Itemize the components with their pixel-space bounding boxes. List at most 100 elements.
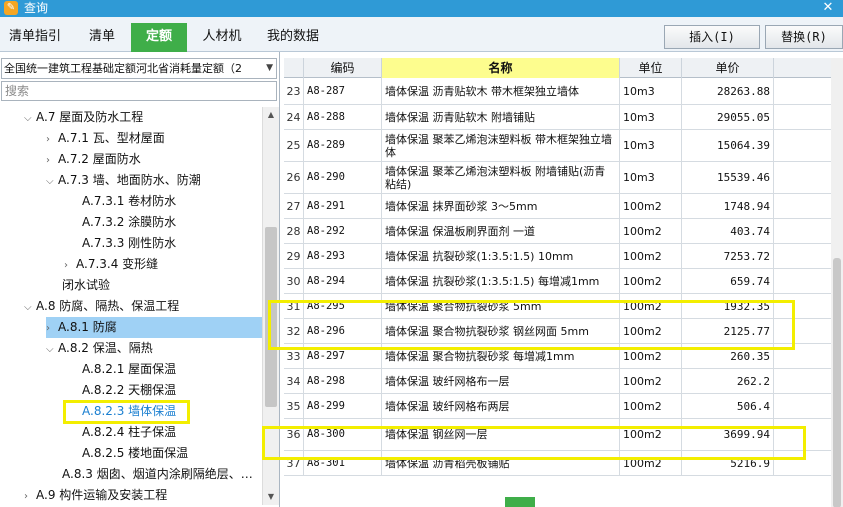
insert-button[interactable]: 插入(I)	[664, 25, 760, 49]
cell-no: 28	[284, 219, 304, 243]
scroll-up-icon[interactable]: ▲	[263, 107, 279, 123]
table-row[interactable]: 33 A8-297 墙体保温 聚合物抗裂砂浆 每增减1mm 100m2 260.35	[284, 344, 831, 369]
col-header-code[interactable]: 编码	[304, 58, 382, 78]
cell-name: 墙体保温 钢丝网一层	[382, 419, 620, 450]
tree-node[interactable]: ⌵ A.8.2 保温、隔热	[46, 338, 153, 359]
cell-code: A8-298	[304, 369, 382, 393]
cell-unit: 100m2	[620, 369, 682, 393]
tree-node[interactable]: A.7.3.3 刚性防水	[70, 233, 176, 254]
tree-node[interactable]: 闭水试验	[50, 275, 110, 296]
tree-node[interactable]: A.8.2.2 天棚保温	[70, 380, 176, 401]
tree-node[interactable]: ⌵ A.7.3 墙、地面防水、防潮	[46, 170, 201, 191]
chevron-down-icon[interactable]: ▼	[266, 59, 273, 78]
tree-node-wall-insulation[interactable]: A.8.2.3 墙体保温	[70, 401, 176, 422]
expand-caret-icon[interactable]: ›	[46, 150, 58, 171]
expand-caret-icon[interactable]: ›	[64, 255, 76, 276]
tab-my-data[interactable]: 我的数据	[257, 23, 329, 52]
expand-caret-icon[interactable]: ⌵	[46, 339, 58, 360]
expand-caret-icon[interactable]: ›	[46, 129, 58, 150]
tree-scroll-thumb[interactable]	[265, 227, 277, 407]
cell-name: 墙体保温 聚苯乙烯泡沫塑料板 带木框架独立墙体	[382, 130, 620, 161]
tab-labor-material-machine[interactable]: 人材机	[193, 23, 251, 52]
grid-h-scroll-thumb[interactable]	[505, 497, 535, 507]
cell-no: 36	[284, 419, 304, 450]
tree-node[interactable]: ⌵ A.7 屋面及防水工程	[24, 107, 143, 128]
tree-node-selected[interactable]: › A.8.1 防腐	[46, 317, 262, 338]
tree-node[interactable]: A.8.2.1 屋面保温	[70, 359, 176, 380]
cell-name: 墙体保温 玻纤网格布两层	[382, 394, 620, 418]
tree-node[interactable]: › A.7.2 屋面防水	[46, 149, 141, 170]
table-row[interactable]: 32 A8-296 墙体保温 聚合物抗裂砂浆 钢丝网面 5mm 100m2 2125.7…	[284, 319, 831, 344]
col-header-price[interactable]: 单价	[682, 58, 774, 78]
cell-no: 25	[284, 130, 304, 161]
tree-node[interactable]: A.7.3.1 卷材防水	[70, 191, 176, 212]
tree-scrollbar[interactable]: ▲ ▼	[262, 107, 279, 505]
cell-no: 33	[284, 344, 304, 368]
table-row[interactable]: 23 A8-287 墙体保温 沥青贴软木 带木框架独立墙体 10m3 28263.88	[284, 78, 831, 105]
close-button[interactable]: ✕	[813, 0, 843, 17]
quota-library-select[interactable]: 全国统一建筑工程基础定额河北省消耗量定额（2 ▼	[1, 58, 277, 79]
expand-caret-icon[interactable]: ›	[46, 318, 58, 339]
table-row[interactable]: 28 A8-292 墙体保温 保温板刷界面剂 一道 100m2 403.74	[284, 219, 831, 244]
table-row[interactable]: 29 A8-293 墙体保温 抗裂砂浆(1:3.5:1.5) 10mm 100m2 72…	[284, 244, 831, 269]
tree-node[interactable]: A.8.2.4 柱子保温	[70, 422, 176, 443]
cell-no: 32	[284, 319, 304, 343]
cell-code: A8-296	[304, 319, 382, 343]
cell-name: 墙体保温 沥青稻壳板铺贴	[382, 451, 620, 475]
tree-node[interactable]: › A.7.3.4 变形缝	[64, 254, 158, 275]
replace-button[interactable]: 替换(R)	[765, 25, 843, 49]
grid-scrollbar[interactable]	[831, 58, 843, 507]
table-row[interactable]: 26 A8-290 墙体保温 聚苯乙烯泡沫塑料板 附墙铺贴(沥青粘结) 10m3 155…	[284, 162, 831, 194]
expand-caret-icon[interactable]: ⌵	[46, 171, 58, 192]
table-row[interactable]: 35 A8-299 墙体保温 玻纤网格布两层 100m2 506.4	[284, 394, 831, 419]
tab-bill[interactable]: 清单	[76, 23, 128, 52]
grid-header: 编码 名称 单位 单价	[284, 58, 831, 78]
tree-node[interactable]: A.8.2.5 楼地面保温	[70, 443, 188, 464]
cell-unit: 100m2	[620, 344, 682, 368]
toolbar: 清单指引 清单 定额 人材机 我的数据 插入(I) 替换(R)	[0, 17, 843, 52]
cell-code: A8-301	[304, 451, 382, 475]
cell-code: A8-290	[304, 162, 382, 193]
table-row[interactable]: 34 A8-298 墙体保温 玻纤网格布一层 100m2 262.2	[284, 369, 831, 394]
search-input[interactable]	[1, 81, 277, 101]
grid-scroll-thumb[interactable]	[833, 258, 841, 507]
cell-name: 墙体保温 沥青贴软木 附墙铺贴	[382, 105, 620, 129]
table-row[interactable]: 31 A8-295 墙体保温 聚合物抗裂砂浆 5mm 100m2 1932.35	[284, 294, 831, 319]
cell-unit: 100m2	[620, 419, 682, 450]
col-header-unit[interactable]: 单位	[620, 58, 682, 78]
tree-node[interactable]: › A.7.1 瓦、型材屋面	[46, 128, 165, 149]
cell-price: 2125.77	[682, 319, 774, 343]
tab-quota[interactable]: 定额	[131, 23, 187, 52]
tree-node[interactable]: A.7.3.2 涂膜防水	[70, 212, 176, 233]
table-row[interactable]: 36 A8-300 墙体保温 钢丝网一层 100m2 3699.94	[284, 419, 831, 451]
cell-unit: 10m3	[620, 105, 682, 129]
table-row[interactable]: 30 A8-294 墙体保温 抗裂砂浆(1:3.5:1.5) 每增减1mm 100m2…	[284, 269, 831, 294]
expand-caret-icon[interactable]: ⌵	[24, 108, 36, 129]
tree-node[interactable]: ⌵ A.8 防腐、隔热、保温工程	[24, 296, 179, 317]
cell-unit: 100m2	[620, 269, 682, 293]
quota-tree: ⌵ A.7 屋面及防水工程 › A.7.1 瓦、型材屋面 › A.7.2 屋面防水 ⌵…	[0, 107, 262, 505]
title-bar: ✎ 查询 ✕	[0, 0, 843, 17]
cell-code: A8-289	[304, 130, 382, 161]
cell-code: A8-297	[304, 344, 382, 368]
expand-caret-icon[interactable]: ›	[24, 486, 36, 505]
cell-no: 23	[284, 78, 304, 104]
scroll-down-icon[interactable]: ▼	[263, 489, 279, 505]
cell-price: 1748.94	[682, 194, 774, 218]
cell-unit: 100m2	[620, 194, 682, 218]
cell-code: A8-299	[304, 394, 382, 418]
cell-unit: 10m3	[620, 130, 682, 161]
table-row[interactable]: 24 A8-288 墙体保温 沥青贴软木 附墙铺贴 10m3 29055.05	[284, 105, 831, 130]
table-row[interactable]: 25 A8-289 墙体保温 聚苯乙烯泡沫塑料板 带木框架独立墙体 10m3 15064…	[284, 130, 831, 162]
cell-code: A8-295	[304, 294, 382, 318]
expand-caret-icon[interactable]: ⌵	[24, 297, 36, 318]
tree-node[interactable]: A.8.3 烟囱、烟道内涂刷隔绝层、…	[50, 464, 253, 485]
cell-unit: 10m3	[620, 162, 682, 193]
cell-price: 1932.35	[682, 294, 774, 318]
col-header-name[interactable]: 名称	[382, 58, 620, 78]
cell-price: 5216.9	[682, 451, 774, 475]
tab-bill-guide[interactable]: 清单指引	[4, 23, 66, 52]
tree-node[interactable]: › A.9 构件运输及安装工程	[24, 485, 167, 505]
table-row[interactable]: 37 A8-301 墙体保温 沥青稻壳板铺贴 100m2 5216.9	[284, 451, 831, 476]
table-row[interactable]: 27 A8-291 墙体保温 抹界面砂浆 3～5mm 100m2 1748.94	[284, 194, 831, 219]
